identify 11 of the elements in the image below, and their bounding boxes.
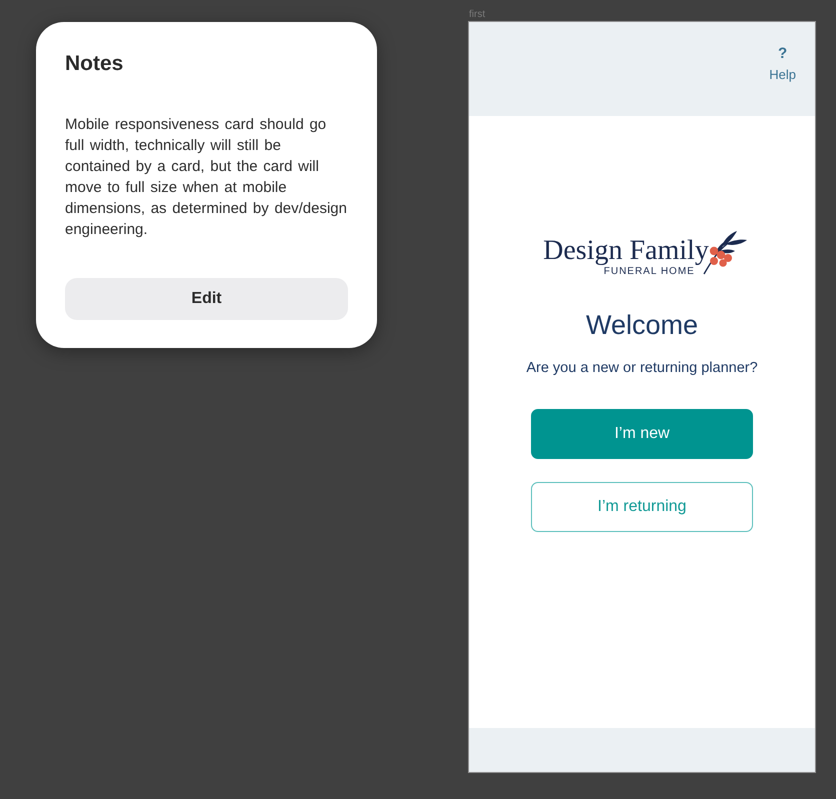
planner-question: Are you a new or returning planner? (526, 359, 758, 378)
card-title: Notes (65, 52, 124, 76)
logo-wordmark: Design Family (543, 237, 709, 265)
welcome-heading: Welcome (586, 309, 698, 341)
frame-label: first (469, 8, 486, 22)
edit-button[interactable]: Edit (65, 278, 348, 320)
logo-tagline: FUNERAL HOME (604, 266, 695, 278)
new-planner-button[interactable]: I’m new (531, 409, 753, 459)
help-button[interactable]: ? Help (769, 45, 796, 84)
notes-text: Mobile responsiveness card should go full width, technically will still be contained by a card, but the card will move to full size when at mobile dimensions, as determined by dev/design engineering. (65, 115, 348, 240)
returning-planner-button[interactable]: I’m returning (531, 482, 753, 532)
